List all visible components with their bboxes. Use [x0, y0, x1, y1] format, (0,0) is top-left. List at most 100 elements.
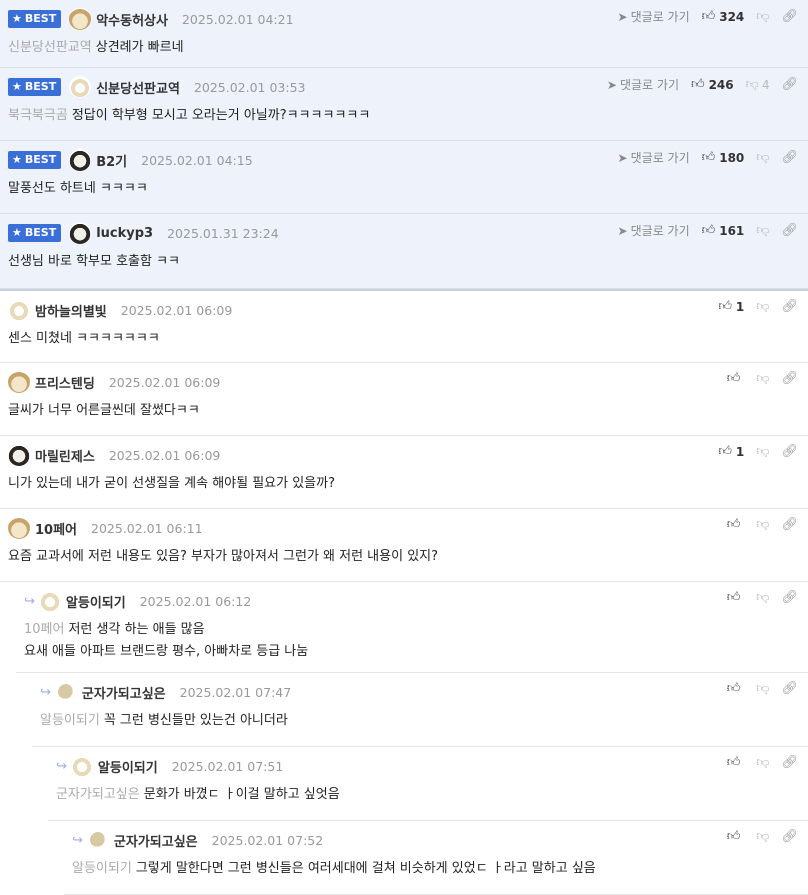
best-label: BEST — [24, 153, 57, 166]
best-label: BEST — [24, 12, 57, 25]
thumbs-down-icon: 👎︎ — [756, 444, 770, 459]
comment-body: 신분당선판교역 상견례가 빠르네 — [8, 37, 184, 59]
copy-link-button[interactable]: 🔗︎ — [781, 223, 798, 238]
copy-link-button[interactable]: 🔗︎ — [781, 755, 798, 770]
comment-actions: ➤ 댓글로 가기 👍︎ 180 👎︎ 🔗︎ — [618, 149, 798, 166]
thumbs-down-icon: 👎︎ — [756, 299, 770, 314]
like-button[interactable]: 👍︎ — [727, 517, 745, 532]
thumbs-down-icon: 👎︎ — [756, 371, 770, 386]
comment-body: 선생님 바로 학부모 호출함 ㅋㅋ — [8, 251, 180, 273]
comment-actions: 👍︎ 👎︎ 🔗︎ — [715, 371, 798, 386]
mention-link[interactable]: 북극북극곰 — [8, 108, 68, 123]
like-button[interactable]: 👍︎ — [727, 755, 745, 770]
like-button[interactable]: 👍︎ 324 — [702, 9, 745, 24]
comment-text: 말풍선도 하트네 ㅋㅋㅋㅋ — [8, 181, 148, 196]
avatar[interactable] — [8, 444, 30, 466]
comment-text-line: 요즘 교과서에 저런 내용도 있음? 부자가 많아져서 그런가 왜 저런 내용이… — [8, 546, 438, 568]
avatar[interactable] — [8, 517, 30, 539]
copy-link-button[interactable]: 🔗︎ — [781, 371, 798, 386]
comment-actions: 👍︎ 👎︎ 🔗︎ — [715, 755, 798, 770]
dislike-button[interactable]: 👎︎ — [756, 371, 769, 386]
nickname[interactable]: 알등이되기 — [66, 592, 126, 611]
dislike-button[interactable]: 👎︎ — [756, 223, 769, 238]
thumbs-down-icon: 👎︎ — [756, 9, 770, 24]
like-button[interactable]: 👍︎ 180 — [702, 150, 745, 165]
mention-link[interactable]: 신분당선판교역 — [8, 40, 92, 55]
like-button[interactable]: 👍︎ 1 — [718, 444, 744, 459]
nickname[interactable]: 신분당선판교역 — [96, 78, 180, 97]
nickname[interactable]: 군자가되고싶은 — [82, 683, 166, 702]
best-label: BEST — [24, 226, 57, 239]
dislike-button[interactable]: 👎︎ — [756, 755, 769, 770]
avatar[interactable] — [69, 222, 92, 244]
dislike-button[interactable]: 👎︎ — [756, 299, 769, 314]
comment-actions: 👍︎ 👎︎ 🔗︎ — [715, 829, 798, 844]
like-button[interactable]: 👍︎ — [727, 829, 745, 844]
mention-link[interactable]: 군자가되고싶은 — [56, 787, 140, 802]
like-button[interactable]: 👍︎ 161 — [702, 223, 745, 238]
comment-body: 알등이되기 꼭 그런 병신들만 있는건 아니더라 — [40, 710, 288, 732]
copy-link-button[interactable]: 🔗︎ — [781, 77, 798, 92]
comment-text-line: 10페어 저런 생각 하는 애들 많음 — [24, 619, 308, 641]
dislike-button[interactable]: 👎︎ — [756, 517, 769, 532]
goto-comment-link[interactable]: ➤ 댓글로 가기 — [607, 76, 679, 93]
dislike-button[interactable]: 👎︎ — [756, 590, 769, 605]
like-count: 246 — [708, 77, 734, 92]
avatar[interactable] — [69, 76, 92, 98]
like-button[interactable]: 👍︎ — [727, 681, 745, 696]
avatar[interactable] — [89, 832, 106, 848]
nickname[interactable]: 마릴린제스 — [35, 446, 95, 465]
nickname[interactable]: luckyp3 — [96, 226, 153, 241]
mention-link[interactable]: 10페어 — [24, 622, 64, 637]
copy-link-button[interactable]: 🔗︎ — [781, 299, 798, 314]
thumbs-up-icon: 👍︎ — [718, 444, 732, 459]
dislike-button[interactable]: 👎︎ — [756, 681, 769, 696]
copy-link-button[interactable]: 🔗︎ — [781, 590, 798, 605]
nickname[interactable]: 프리스텐딩 — [35, 373, 95, 392]
goto-comment-link[interactable]: ➤ 댓글로 가기 — [618, 222, 690, 239]
dislike-button[interactable]: 👎︎ 4 — [746, 77, 770, 92]
nickname[interactable]: 군자가되고싶은 — [114, 831, 198, 850]
like-button[interactable]: 👍︎ — [727, 590, 745, 605]
goto-comment-link[interactable]: ➤ 댓글로 가기 — [618, 8, 690, 25]
dislike-button[interactable]: 👎︎ — [756, 444, 769, 459]
avatar[interactable] — [57, 684, 74, 700]
like-button[interactable]: 👍︎ 1 — [718, 299, 744, 314]
nickname[interactable]: 밤하늘의별빛 — [35, 301, 107, 320]
best-comment: ★ BEST luckyp3 2025.01.31 23:24 선생님 바로 학부모 호… — [0, 214, 808, 289]
copy-link-button[interactable]: 🔗︎ — [781, 517, 798, 532]
copy-link-button[interactable]: 🔗︎ — [781, 444, 798, 459]
timestamp: 2025.01.31 23:24 — [167, 225, 279, 241]
nickname[interactable]: B2기 — [96, 151, 127, 170]
comment-text: 정답이 학부형 모시고 오라는거 아닐까?ㅋㅋㅋㅋㅋㅋㅋ — [71, 108, 371, 123]
avatar[interactable] — [38, 590, 61, 612]
nickname[interactable]: 10페어 — [35, 519, 77, 538]
comment-body: 군자가되고싶은 문화가 바꼈ㄷ ㅏ이걸 말하고 싶엇음 — [56, 784, 340, 806]
timestamp: 2025.02.01 06:11 — [91, 520, 203, 536]
copy-link-button[interactable]: 🔗︎ — [781, 829, 798, 844]
mention-link[interactable]: 알등이되기 — [72, 861, 132, 876]
comment-text: 센스 미쳤네 ㅋㅋㅋㅋㅋㅋㅋ — [8, 331, 160, 346]
thumbs-down-icon: 👎︎ — [756, 150, 770, 165]
avatar[interactable] — [70, 755, 93, 777]
dislike-button[interactable]: 👎︎ — [756, 9, 769, 24]
dislike-button[interactable]: 👎︎ — [756, 829, 769, 844]
comment-body: 센스 미쳤네 ㅋㅋㅋㅋㅋㅋㅋ — [8, 328, 160, 350]
like-button[interactable]: 👍︎ — [727, 371, 745, 386]
goto-comment-link[interactable]: ➤ 댓글로 가기 — [618, 149, 690, 166]
mention-link[interactable]: 알등이되기 — [40, 713, 100, 728]
comment: ↪ 군자가되고싶은 2025.02.01 07:52 알등이되기 그렇게 말한다면 그런… — [64, 821, 808, 895]
like-button[interactable]: 👍︎ 246 — [691, 77, 734, 92]
copy-link-button[interactable]: 🔗︎ — [781, 9, 798, 24]
avatar[interactable] — [8, 299, 30, 321]
copy-link-button[interactable]: 🔗︎ — [781, 681, 798, 696]
avatar[interactable] — [69, 8, 92, 30]
nickname[interactable]: 악수동허상사 — [96, 10, 168, 29]
link-icon: 🔗︎ — [781, 444, 798, 459]
nickname[interactable]: 알등이되기 — [98, 757, 158, 776]
dislike-button[interactable]: 👎︎ — [756, 150, 769, 165]
comment-text-line: 말풍선도 하트네 ㅋㅋㅋㅋ — [8, 178, 148, 200]
copy-link-button[interactable]: 🔗︎ — [781, 150, 798, 165]
avatar[interactable] — [8, 371, 30, 393]
avatar[interactable] — [69, 149, 92, 171]
